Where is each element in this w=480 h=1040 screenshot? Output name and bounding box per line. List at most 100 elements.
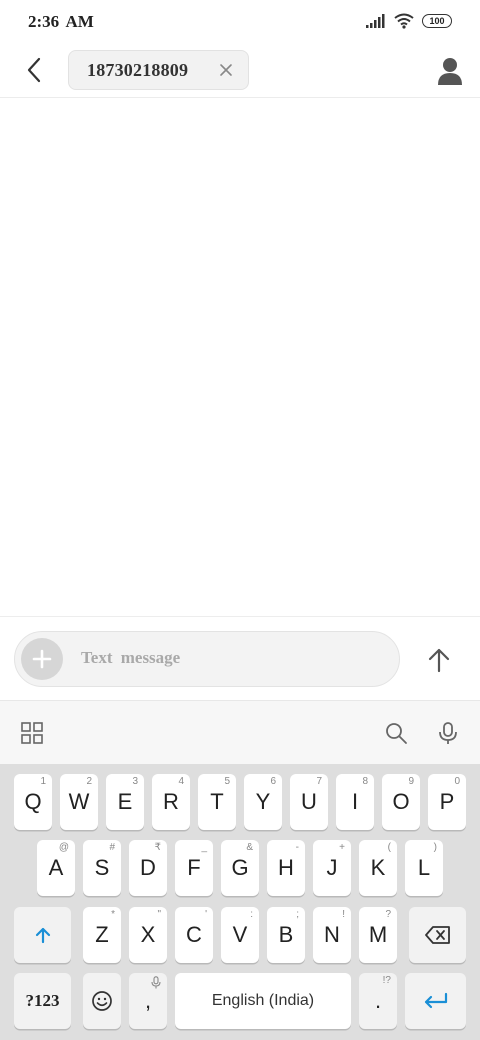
signal-icon: [366, 14, 385, 28]
comma-key[interactable]: ,: [129, 973, 167, 1029]
key-label: X: [140, 922, 156, 947]
emoji-key[interactable]: [83, 973, 121, 1029]
key-label: S: [94, 855, 110, 880]
key-hint: 2: [86, 776, 92, 787]
battery-level: 100: [429, 16, 445, 26]
key-n[interactable]: ! N: [313, 907, 351, 963]
key-hint: -: [295, 842, 299, 853]
key-label: L: [417, 855, 431, 880]
key-v[interactable]: :V: [221, 907, 259, 963]
message-input[interactable]: Text message: [81, 648, 381, 668]
send-button[interactable]: [420, 641, 458, 679]
key-hint: :: [250, 909, 253, 920]
arrow-up-icon: [428, 648, 450, 673]
status-bar: 2:36 AM 100: [0, 0, 480, 44]
key-label: T: [210, 789, 224, 814]
key-label: D: [140, 855, 156, 880]
enter-icon: [424, 992, 447, 1009]
key-hint: (: [387, 842, 391, 853]
key-label: O: [392, 789, 410, 814]
message-list: [0, 98, 480, 616]
key-label: P: [439, 789, 455, 814]
keyboard-toolbar: [0, 700, 480, 764]
key-hint: !?: [382, 975, 391, 986]
key-hint: @: [58, 842, 69, 853]
key-label: N: [324, 922, 340, 947]
key-w[interactable]: 2W: [60, 774, 98, 830]
search-icon[interactable]: [384, 721, 408, 745]
symbols-key[interactable]: ?123: [14, 973, 71, 1029]
microphone-icon[interactable]: [436, 721, 460, 745]
grid-icon[interactable]: [20, 721, 44, 745]
emoji-icon: [92, 991, 112, 1011]
key-x[interactable]: " X: [129, 907, 167, 963]
add-attachment-button[interactable]: [21, 638, 63, 680]
key-hint: ;: [296, 909, 299, 920]
conversation-header: 18730218809: [0, 44, 480, 98]
key-label: G: [231, 855, 249, 880]
chevron-left-icon: [27, 57, 41, 83]
key-hint: #: [109, 842, 115, 853]
key-hint: *: [111, 909, 115, 920]
key-label: E: [117, 789, 133, 814]
key-label: U: [301, 789, 317, 814]
compose-field[interactable]: Text message: [14, 631, 400, 687]
key-h[interactable]: -H: [267, 840, 305, 896]
key-hint: 6: [270, 776, 276, 787]
key-g[interactable]: & G: [221, 840, 259, 896]
key-hint: ): [433, 842, 437, 853]
key-hint: 7: [316, 776, 322, 787]
enter-key[interactable]: [405, 973, 466, 1029]
key-label: Z: [95, 922, 109, 947]
wifi-icon: [394, 13, 414, 29]
key-q[interactable]: 1Q: [14, 774, 52, 830]
key-label: R: [163, 789, 179, 814]
period-key[interactable]: !?.: [359, 973, 397, 1029]
key-f[interactable]: _ F: [175, 840, 213, 896]
key-label: M: [368, 922, 388, 947]
key-j[interactable]: + J: [313, 840, 351, 896]
key-label: C: [186, 922, 202, 947]
key-label: B: [278, 922, 294, 947]
shift-key[interactable]: [14, 907, 71, 963]
key-b[interactable]: ; B: [267, 907, 305, 963]
key-e[interactable]: 3E: [106, 774, 144, 830]
contact-icon[interactable]: [436, 56, 464, 86]
key-l[interactable]: ) L: [405, 840, 443, 896]
key-label: A: [48, 855, 64, 880]
key-i[interactable]: 8I: [336, 774, 374, 830]
key-m[interactable]: ? M: [359, 907, 397, 963]
backspace-key[interactable]: [409, 907, 466, 963]
key-t[interactable]: 5T: [198, 774, 236, 830]
key-z[interactable]: * Z: [83, 907, 121, 963]
key-c[interactable]: ' C: [175, 907, 213, 963]
status-icons: 100: [366, 13, 452, 29]
key-label: H: [278, 855, 294, 880]
key-label: English (India): [211, 992, 315, 1009]
key-label: K: [370, 855, 386, 880]
backspace-icon: [424, 926, 450, 944]
space-key[interactable]: English (India): [175, 973, 351, 1029]
back-button[interactable]: [18, 54, 50, 86]
key-d[interactable]: ₹ D: [129, 840, 167, 896]
key-u[interactable]: 7U: [290, 774, 328, 830]
keyboard: 1Q 2W 3E 4R 5T 6Y 7U 8I 9O 0P @ A # S ₹ D _…: [0, 764, 480, 1040]
recipient-chip[interactable]: 18730218809: [68, 50, 249, 90]
key-k[interactable]: (K: [359, 840, 397, 896]
key-hint: _: [201, 842, 207, 853]
key-p[interactable]: 0P: [428, 774, 466, 830]
recipient-number: 18730218809: [87, 59, 189, 80]
key-o[interactable]: 9O: [382, 774, 420, 830]
close-icon[interactable]: [218, 62, 234, 78]
key-y[interactable]: 6Y: [244, 774, 282, 830]
key-hint: 5: [224, 776, 230, 787]
key-hint: 9: [408, 776, 414, 787]
key-s[interactable]: # S: [83, 840, 121, 896]
key-hint: 3: [132, 776, 138, 787]
key-a[interactable]: @ A: [37, 840, 75, 896]
key-label: ?123: [25, 991, 60, 1010]
key-label: .: [374, 988, 382, 1013]
key-hint: 0: [454, 776, 460, 787]
arrow-up-icon: [35, 927, 50, 944]
key-r[interactable]: 4R: [152, 774, 190, 830]
